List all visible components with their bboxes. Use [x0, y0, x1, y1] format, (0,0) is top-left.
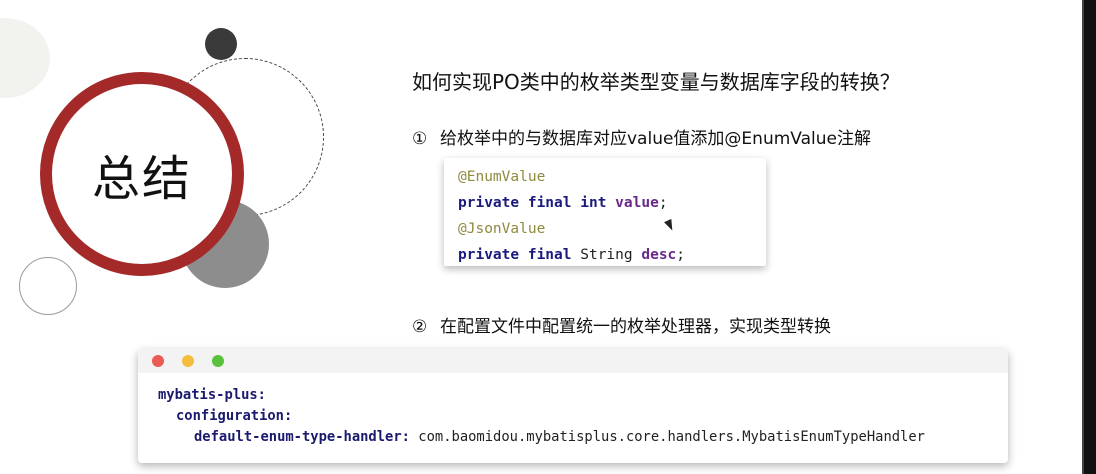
yaml-line-2: configuration:: [158, 406, 988, 427]
close-dot-icon: [152, 355, 164, 367]
step-2-marker: ②: [412, 317, 428, 337]
keyword-type: int: [580, 195, 607, 211]
step-1-marker: ①: [412, 129, 428, 149]
field-name: desc: [641, 247, 677, 263]
decorative-blob: [0, 18, 50, 98]
semicolon: ;: [676, 247, 686, 263]
window-titlebar: [138, 349, 1008, 373]
summary-label: 总结: [91, 151, 192, 207]
minimize-dot-icon: [182, 355, 194, 367]
step-1: ① 给枚举中的与数据库对应value值添加@EnumValue注解: [412, 124, 871, 149]
java-code-card: @EnumValue private final int value; @Jso…: [444, 158, 766, 266]
field-name: value: [615, 195, 659, 211]
step-2: ② 在配置文件中配置统一的枚举处理器，实现类型转换: [412, 312, 831, 337]
right-edge-bar: [1082, 0, 1096, 474]
yaml-key-mybatis-plus: mybatis-plus:: [158, 387, 266, 403]
yaml-key-configuration: configuration:: [176, 408, 293, 424]
code-line-4: private final String desc;: [458, 242, 752, 268]
yaml-value-enum-handler: com.baomidou.mybatisplus.core.handlers.M…: [418, 429, 925, 445]
keyword-private: private: [458, 195, 520, 211]
annotation-enumvalue: @EnumValue: [458, 169, 546, 185]
decorative-outline-ring: [19, 257, 77, 315]
slide: 总结 如何实现PO类中的枚举类型变量与数据库字段的转换？ ① 给枚举中的与数据库对…: [0, 0, 1096, 474]
code-line-1: @EnumValue: [458, 164, 752, 190]
slide-title: 如何实现PO类中的枚举类型变量与数据库字段的转换？: [412, 70, 900, 94]
step-2-text: 在配置文件中配置统一的枚举处理器，实现类型转换: [440, 317, 831, 337]
yaml-code: mybatis-plus: configuration: default-enu…: [138, 373, 1008, 460]
keyword-final: final: [527, 195, 572, 211]
code-line-3: @JsonValue: [458, 216, 752, 242]
summary-ring: 总结: [40, 72, 244, 276]
yaml-line-1: mybatis-plus:: [158, 385, 988, 406]
keyword-private: private: [458, 247, 520, 263]
yaml-line-3: default-enum-type-handler: com.baomidou.…: [158, 427, 988, 448]
step-1-text: 给枚举中的与数据库对应value值添加@EnumValue注解: [440, 129, 871, 149]
semicolon: ;: [658, 195, 668, 211]
yaml-code-window: mybatis-plus: configuration: default-enu…: [138, 349, 1008, 463]
annotation-jsonvalue: @JsonValue: [458, 221, 546, 237]
type-name: String: [580, 247, 633, 263]
code-line-2: private final int value;: [458, 190, 752, 216]
yaml-key-enum-handler: default-enum-type-handler:: [194, 429, 410, 445]
keyword-final: final: [527, 247, 572, 263]
maximize-dot-icon: [212, 355, 224, 367]
decorative-dark-dot: [205, 28, 237, 60]
